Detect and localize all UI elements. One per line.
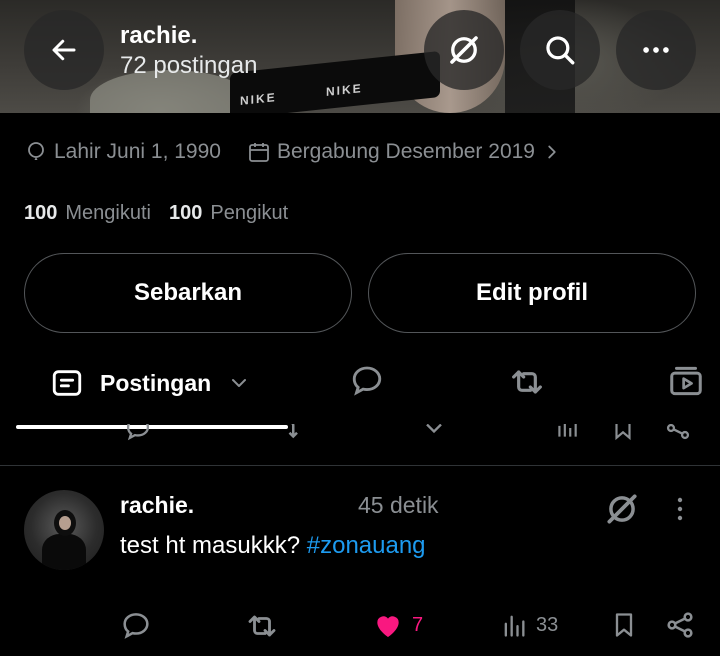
followers-label: Pengikut <box>210 202 289 224</box>
hashtag-link[interactable]: #zonauang <box>307 532 426 559</box>
avatar[interactable] <box>24 490 104 570</box>
profile-banner[interactable]: NIKE NIKE <box>0 0 720 113</box>
bookmark-button[interactable] <box>610 609 638 641</box>
search-button[interactable] <box>520 10 600 90</box>
reply-icon <box>123 613 149 639</box>
profile-tabs: Postingan <box>0 348 720 429</box>
more-dots-icon <box>643 47 669 53</box>
banner-waistband: NIKE NIKE <box>230 50 440 113</box>
repost-button[interactable] <box>244 608 280 644</box>
post-actions: 7 33 <box>0 605 720 645</box>
post-body: test ht masukkk? <box>120 532 307 559</box>
share-button[interactable] <box>664 609 696 641</box>
followers-link[interactable]: 100 Pengikut <box>169 202 288 225</box>
chevron-right-icon <box>548 145 556 159</box>
calendar-icon <box>249 143 269 162</box>
more-options-button[interactable] <box>616 10 696 90</box>
tab-posts[interactable]: Postingan <box>50 366 251 400</box>
more-vertical-icon <box>677 497 683 521</box>
post-timestamp[interactable]: 45 detik <box>358 492 439 519</box>
reply-icon <box>352 366 382 396</box>
like-count: 7 <box>412 613 424 636</box>
edit-profile-button[interactable]: Edit profil <box>368 253 696 333</box>
views-count: 33 <box>536 613 559 636</box>
like-button[interactable]: 7 <box>372 609 423 641</box>
birth-date-text: Lahir Juni 1, 1990 <box>54 140 221 163</box>
heart-icon <box>377 616 399 637</box>
video-icon <box>670 366 702 396</box>
feed-divider <box>0 465 720 466</box>
search-icon <box>546 36 575 65</box>
grok-icon <box>607 494 637 524</box>
views-icon <box>554 424 580 446</box>
tab-replies[interactable] <box>349 362 385 403</box>
following-link[interactable]: 100 Mengikuti <box>24 202 151 225</box>
grok-icon <box>450 36 478 64</box>
views-icon <box>504 615 525 637</box>
repost-icon <box>272 424 302 446</box>
grok-button[interactable] <box>424 10 504 90</box>
repost-icon <box>512 370 542 394</box>
banner-logo-text: NIKE <box>240 90 277 108</box>
back-button[interactable] <box>24 10 104 90</box>
post-text: test ht masukkk? #zonauang <box>120 532 426 560</box>
header-post-count: 72 postingan <box>120 52 258 79</box>
post-author[interactable]: rachie. <box>120 492 194 519</box>
repost-icon <box>248 615 276 637</box>
profile-meta: Lahir Juni 1, 1990 Bergabung Desember 20… <box>24 140 569 164</box>
header-name: rachie. <box>120 22 198 49</box>
join-date-text: Bergabung Desember 2019 <box>276 140 535 163</box>
followers-count: 100 <box>168 202 203 224</box>
tab-media[interactable] <box>667 362 705 405</box>
tab-reposts[interactable] <box>507 362 547 407</box>
share-icon <box>664 424 692 446</box>
following-label: Mengikuti <box>65 202 151 224</box>
banner-logo-text: NIKE <box>326 81 363 99</box>
bookmark-icon <box>610 424 636 446</box>
following-count: 100 <box>24 202 58 224</box>
follow-stats: 100 Mengikuti 100 Pengikut <box>24 202 288 225</box>
reply-button[interactable] <box>120 609 152 641</box>
tab-posts-label: Postingan <box>100 369 212 396</box>
views-button[interactable]: 33 <box>500 609 558 641</box>
arrow-left-icon <box>52 39 76 61</box>
reply-icon <box>124 424 152 446</box>
chevron-down-icon <box>420 424 448 446</box>
birth-date: Lahir Juni 1, 1990 <box>24 140 221 164</box>
chevron-down-icon <box>232 379 247 387</box>
share-button[interactable]: Sebarkan <box>24 253 352 333</box>
balloon-icon <box>28 142 44 160</box>
posts-icon <box>52 370 82 396</box>
join-date[interactable]: Bergabung Desember 2019 <box>247 140 569 164</box>
share-icon <box>667 612 693 638</box>
grok-button[interactable] <box>603 490 641 533</box>
previous-post-actions <box>0 424 720 446</box>
bookmark-icon <box>615 613 633 637</box>
post-more-button[interactable] <box>668 494 692 529</box>
